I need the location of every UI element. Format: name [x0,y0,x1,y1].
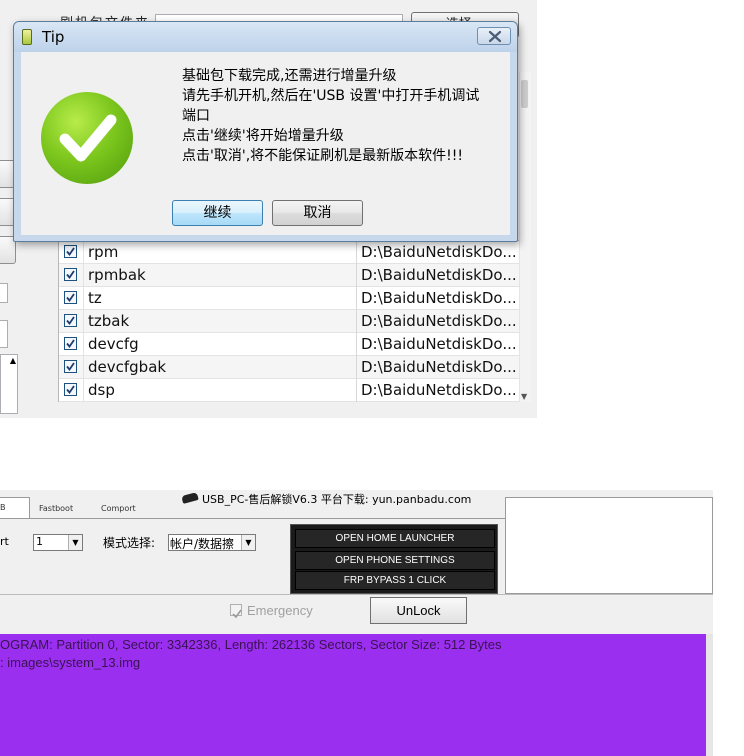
tab-divider [0,518,505,519]
partition-row[interactable]: devcfg D:\BaiduNetdiskDo... [59,333,519,356]
checkmark-icon [66,385,75,394]
emergency-checkbox[interactable] [230,604,242,619]
partition-name: dsp [88,381,115,399]
message-line: 点击'取消',将不能保证刷机是最新版本软件!!! [182,148,463,164]
log-line: : images\system_13.img [0,655,141,670]
partition-checkbox[interactable] [64,383,77,396]
chevron-down-icon[interactable]: ▼ [68,535,82,550]
close-icon [488,30,502,43]
scrollbar-thumb[interactable] [521,80,528,108]
partition-path: D:\BaiduNetdiskDo... [361,312,517,330]
port-value: 1 [36,535,43,548]
tab-comport[interactable]: Comport [101,504,136,513]
unlock-button[interactable]: UnLock [370,597,467,624]
column-divider [83,264,84,287]
checkmark-icon [66,339,75,348]
partition-name: devcfg [88,335,139,353]
app-icon [22,29,32,45]
continue-button[interactable]: 继续 [172,200,263,226]
column-divider [356,287,357,310]
dialog-titlebar[interactable]: Tip [14,22,517,52]
partition-checkbox[interactable] [64,268,77,281]
divider [0,594,713,595]
partition-checkbox[interactable] [64,360,77,373]
side-field[interactable] [0,320,8,348]
column-divider [83,241,84,264]
checkmark-icon [66,316,75,325]
column-divider [356,333,357,356]
partition-name: rpmbak [88,266,146,284]
open-phone-settings-button[interactable]: OPEN PHONE SETTINGS [295,551,495,570]
log-output: OGRAM: Partition 0, Sector: 3342336, Len… [0,634,706,756]
column-divider [356,241,357,264]
checkmark-icon [66,362,75,371]
dialog-body: 基础包下载完成,还需进行增量升级 请先手机开机,然后在'USB 设置'中打开手机… [21,52,510,235]
partition-list[interactable]: rpm D:\BaiduNetdiskDo... rpmbak D:\BaiduNet… [58,240,530,402]
frp-bypass-button[interactable]: FRP BYPASS 1 CLICK [295,571,495,590]
side-panel [505,497,713,594]
partition-path: D:\BaiduNetdiskDo... [361,381,517,399]
chevron-down-icon[interactable]: ▼ [241,535,255,550]
partition-path: D:\BaiduNetdiskDo... [361,335,517,353]
partition-row[interactable]: tzbak D:\BaiduNetdiskDo... [59,310,519,333]
check-mark-icon [59,114,117,162]
partition-path: D:\BaiduNetdiskDo... [361,266,517,284]
checkmark-icon [66,270,75,279]
partition-row[interactable]: tz D:\BaiduNetdiskDo... [59,287,519,310]
side-field[interactable] [0,283,8,303]
checkmark-icon [66,293,75,302]
open-home-launcher-button[interactable]: OPEN HOME LAUNCHER [295,529,495,548]
column-divider [83,333,84,356]
partition-checkbox[interactable] [64,245,77,258]
window-title: USB_PC-售后解锁V6.3 平台下载: yun.panbadu.com [202,493,472,506]
partition-name: tzbak [88,312,130,330]
partition-name: rpm [88,243,119,261]
message-line: 点击'继续'将开始增量升级 [182,128,344,144]
side-list[interactable]: ▲ [0,354,18,414]
partition-path: D:\BaiduNetdiskDo... [361,358,517,376]
partition-checkbox[interactable] [64,337,77,350]
dialog-title: Tip [42,28,65,46]
partition-row[interactable]: dsp D:\BaiduNetdiskDo... [59,379,519,402]
column-divider [356,310,357,333]
column-divider [83,287,84,310]
column-divider [83,310,84,333]
partition-path: D:\BaiduNetdiskDo... [361,289,517,307]
partition-name: tz [88,289,102,307]
partition-path: D:\BaiduNetdiskDo... [361,243,517,261]
cancel-button[interactable]: 取消 [272,200,363,226]
partition-row[interactable]: rpmbak D:\BaiduNetdiskDo... [59,264,519,287]
partition-checkbox[interactable] [64,291,77,304]
message-line: 基础包下载完成,还需进行增量升级 [182,68,397,84]
mode-value: 帐户/数据擦 [170,537,235,551]
partition-row[interactable]: devcfgbak D:\BaiduNetdiskDo... [59,356,519,379]
partition-checkbox[interactable] [64,314,77,327]
column-divider [83,356,84,379]
column-divider [356,379,357,402]
message-line: 端口 [182,108,210,124]
partition-name: devcfgbak [88,358,167,376]
column-divider [356,356,357,379]
tab-fastboot[interactable]: Fastboot [39,504,73,513]
log-scrollbar[interactable] [706,634,713,756]
scroll-down-icon[interactable]: ▼ [521,392,527,401]
checkmark-icon [66,247,75,256]
checkmark-icon [232,609,242,619]
partition-row[interactable]: rpm D:\BaiduNetdiskDo... [59,241,519,264]
message-line: 请先手机开机,然后在'USB 设置'中打开手机调试 [182,88,480,104]
column-divider [356,264,357,287]
column-divider [83,379,84,402]
tip-dialog: Tip 基础包下载完成,还需进行增量升级 请先手机开机,然后在'USB 设置'中… [13,21,518,242]
log-line: OGRAM: Partition 0, Sector: 3342336, Len… [0,637,502,652]
list-scrollbar[interactable] [519,72,531,402]
close-button[interactable] [477,27,511,45]
port-label: rt [0,535,9,548]
tab-usb-label: B [0,503,6,512]
emergency-label: Emergency [247,603,313,618]
mode-label: 模式选择: [103,536,156,550]
scroll-up-icon[interactable]: ▲ [10,356,16,365]
